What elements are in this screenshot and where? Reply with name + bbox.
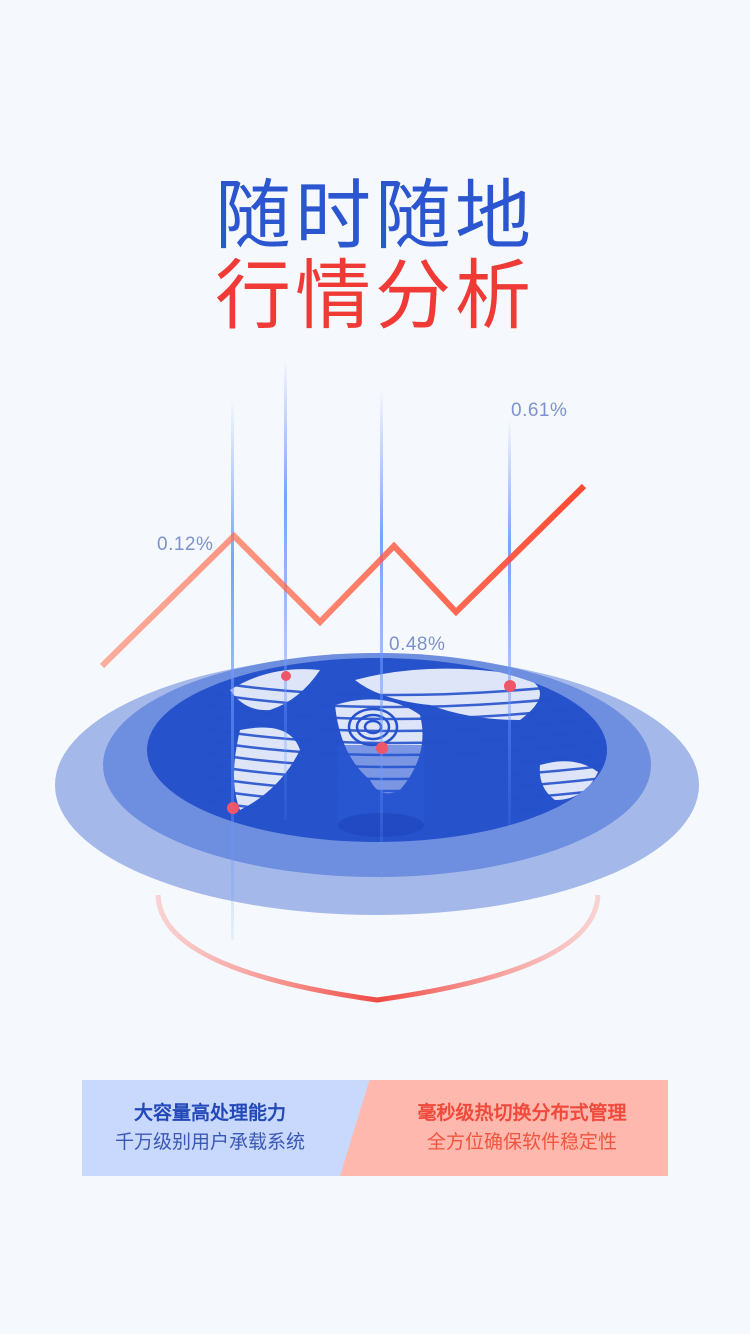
- feature-subtitle-stability: 全方位确保软件稳定性: [426, 1131, 617, 1153]
- headline-line2: 行情分析: [215, 251, 535, 340]
- headline-line1: 随时随地: [215, 171, 535, 260]
- feature-title-stability: 毫秒级热切换分布式管理: [417, 1102, 627, 1124]
- percent-label-right: 0.61%: [511, 400, 568, 421]
- feature-subtitle-capacity: 千万级别用户承载系统: [114, 1131, 305, 1153]
- world-map-illustration: [55, 360, 699, 1003]
- trend-line: [99, 483, 587, 669]
- percent-label-left: 0.12%: [157, 534, 214, 555]
- feature-card-stability: 毫秒级热切换分布式管理 全方位确保软件稳定性: [340, 1080, 668, 1176]
- feature-title-capacity: 大容量高处理能力: [133, 1102, 286, 1124]
- percent-label-center: 0.48%: [389, 634, 446, 655]
